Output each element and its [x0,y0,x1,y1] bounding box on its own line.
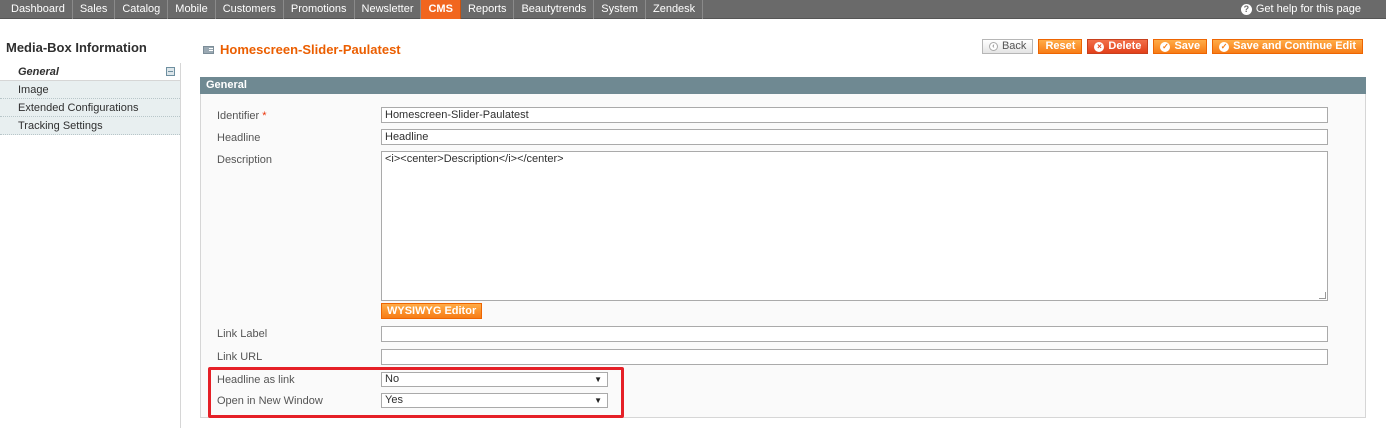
identifier-label: Identifier * [217,110,267,122]
tab-tracking-settings[interactable]: Tracking Settings [0,117,180,135]
save-button[interactable]: ✓ Save [1153,39,1208,54]
page-icon [203,45,214,54]
reset-button[interactable]: Reset [1038,39,1083,54]
sidebar-title: Media-Box Information [6,40,147,55]
nav-item-mobile[interactable]: Mobile [168,0,216,19]
save-continue-button-label: Save and Continue Edit [1233,40,1356,52]
nav-item-promotions[interactable]: Promotions [284,0,355,19]
tab-image[interactable]: Image [0,81,180,99]
help-icon: ? [1240,4,1252,15]
link-label-label: Link Label [217,328,268,340]
tab-general[interactable]: General [0,63,180,81]
headline-label: Headline [217,132,261,144]
link-label-input[interactable] [381,326,1328,342]
nav-item-reports[interactable]: Reports [461,0,515,19]
collapse-icon[interactable] [166,67,175,76]
identifier-label-text: Identifier [217,110,260,122]
tab-label: Image [18,84,49,96]
description-text: <i><center>Description</i></center> [385,153,564,165]
back-button[interactable]: ‹ Back [981,39,1034,54]
delete-icon: × [1094,41,1105,52]
save-button-label: Save [1174,40,1201,52]
wysiwyg-editor-button[interactable]: WYSIWYG Editor [381,303,483,319]
nav-item-zendesk[interactable]: Zendesk [646,0,704,19]
help-link[interactable]: ? Get help for this page [1240,0,1361,19]
nav-item-newsletter[interactable]: Newsletter [355,0,422,19]
back-button-label: Back [1001,40,1027,52]
nav-item-cms[interactable]: CMS [421,0,461,19]
headline-input[interactable] [381,129,1328,145]
checkmark-icon: ✓ [1160,41,1171,52]
section-header: General [200,77,1366,94]
sidebar-tabs: General Image Extended Configurations Tr… [0,63,180,135]
link-url-input[interactable] [381,349,1328,365]
description-label: Description [217,154,273,166]
delete-button[interactable]: × Delete [1087,39,1149,54]
required-mark: * [262,110,267,122]
nav-item-dashboard[interactable]: Dashboard [0,0,73,19]
nav-item-beautytrends[interactable]: Beautytrends [514,0,595,19]
page-title-text: Homescreen-Slider-Paulatest [220,42,401,57]
link-url-label: Link URL [217,351,263,363]
tab-extended-configurations[interactable]: Extended Configurations [0,99,180,117]
description-textarea[interactable]: <i><center>Description</i></center> [381,151,1328,301]
save-continue-button[interactable]: ✓ Save and Continue Edit [1212,39,1363,54]
delete-button-label: Delete [1108,40,1142,52]
back-arrow-icon: ‹ [988,42,998,51]
checkmark-icon: ✓ [1219,41,1230,52]
reset-button-label: Reset [1045,40,1076,52]
tab-label: Extended Configurations [18,102,139,114]
identifier-input[interactable] [381,107,1328,123]
tab-label: Tracking Settings [18,120,103,132]
sidebar-divider [180,63,181,428]
resize-grip-icon[interactable] [1319,292,1326,299]
nav-item-catalog[interactable]: Catalog [115,0,169,19]
help-label: Get help for this page [1255,3,1361,15]
tab-label: General [18,66,59,78]
nav-item-system[interactable]: System [594,0,646,19]
top-nav: Dashboard Sales Catalog Mobile Customers… [0,0,1386,19]
action-buttons: ‹ Back Reset × Delete ✓ Save ✓ Save and … [981,39,1363,54]
nav-item-customers[interactable]: Customers [216,0,284,19]
page-title: Homescreen-Slider-Paulatest [203,42,401,57]
nav-item-sales[interactable]: Sales [73,0,116,19]
highlight-annotation [208,367,624,418]
